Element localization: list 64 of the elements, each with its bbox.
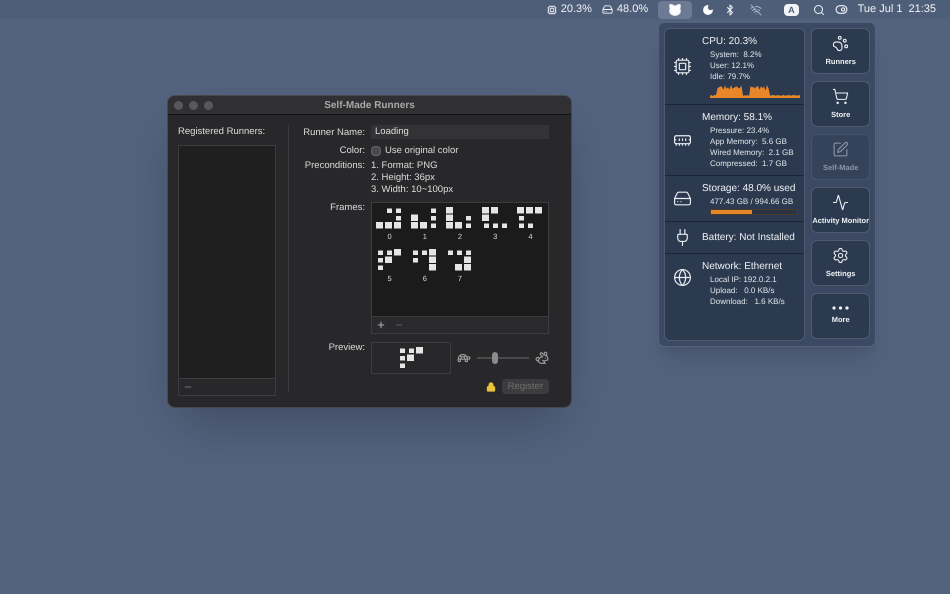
- preview-frame: [398, 347, 424, 369]
- wifi-off-icon[interactable]: [750, 4, 762, 16]
- stat-line: Wired Memory: 2.1 GB: [709, 147, 794, 158]
- stat-line: Upload: 0.0 KB/s: [709, 285, 776, 296]
- frame-thumbnail: [411, 249, 438, 271]
- window-title: Self-Made Runners: [324, 98, 415, 112]
- cpu-menu-item[interactable]: 20.3%: [546, 1, 592, 18]
- frame-thumbnail: [411, 207, 438, 229]
- cart-icon: [832, 88, 850, 105]
- original-color-checkbox[interactable]: Use original color: [371, 145, 561, 157]
- section-title: Network: Ethernet: [702, 260, 784, 274]
- lock-icon: [486, 382, 496, 392]
- stat-line: Local IP: 192.0.2.1: [709, 274, 778, 285]
- settings-icon: [832, 246, 850, 264]
- runner-name-field[interactable]: Loading: [371, 125, 549, 139]
- drive-icon: [602, 4, 613, 15]
- section-title: Battery: Not Installed: [702, 230, 795, 244]
- turtle-icon: [457, 351, 471, 365]
- frame-thumbnail: [446, 207, 474, 229]
- section-label: Registered Runners:: [178, 125, 266, 139]
- runner-menu-item[interactable]: [658, 0, 692, 18]
- stat-line: System: 8.2%: [709, 49, 763, 60]
- field-label: Frames:: [329, 202, 365, 215]
- chip-icon: [673, 57, 692, 76]
- cat-icon: [668, 2, 682, 16]
- paw-icon: [832, 34, 850, 52]
- stat-line: Download: 1.6 KB/s: [709, 296, 785, 307]
- precondition-item: 1. Format: PNG: [371, 160, 439, 172]
- precondition-item: 2. Height: 36px: [371, 172, 436, 184]
- stat-line: Pressure: 23.4%: [709, 125, 770, 136]
- globe-icon: [673, 268, 692, 287]
- stat-line: User: 12.1%: [709, 60, 756, 71]
- section-title: Memory: 58.1%: [702, 111, 774, 125]
- chip-icon: [546, 4, 557, 14]
- stat-line: Idle: 79.7%: [709, 71, 752, 82]
- field-label: Runner Name:: [302, 126, 365, 140]
- menu-time[interactable]: 21:35: [908, 1, 936, 18]
- edit-icon: [832, 140, 850, 158]
- frame-thumbnail: [446, 249, 474, 271]
- pulse-icon: [832, 194, 850, 211]
- frame-thumbnail: [482, 207, 509, 229]
- more-icon: [832, 306, 850, 310]
- storage-menu-item[interactable]: 48.0%: [602, 1, 648, 18]
- search-icon[interactable]: [812, 4, 825, 16]
- frame-thumbnail: [376, 249, 404, 271]
- section-title: Storage: 48.0% used: [702, 182, 796, 196]
- drive-icon: [673, 189, 692, 208]
- stat-line: 477.43 GB / 994.66 GB: [709, 196, 794, 207]
- field-label: Preconditions:: [304, 160, 365, 173]
- menu-date[interactable]: Tue Jul 1: [858, 1, 902, 18]
- stat-line: App Memory: 5.6 GB: [709, 136, 788, 147]
- section-title: CPU: 20.3%: [702, 35, 758, 49]
- frame-thumbnail: [376, 207, 404, 229]
- field-label: Color:: [338, 145, 365, 157]
- input-source-key[interactable]: A: [784, 4, 799, 16]
- speed-slider[interactable]: [477, 352, 529, 364]
- precondition-item: 3. Width: 10~100px: [371, 184, 454, 196]
- add-icon[interactable]: [376, 320, 386, 330]
- field-label: Preview:: [328, 342, 365, 355]
- frame-thumbnail: [516, 207, 544, 229]
- stat-line: Compressed: 1.7 GB: [709, 158, 788, 169]
- moon-icon[interactable]: [702, 4, 714, 16]
- control-center-icon[interactable]: [834, 3, 848, 16]
- rabbit-icon: [535, 351, 549, 365]
